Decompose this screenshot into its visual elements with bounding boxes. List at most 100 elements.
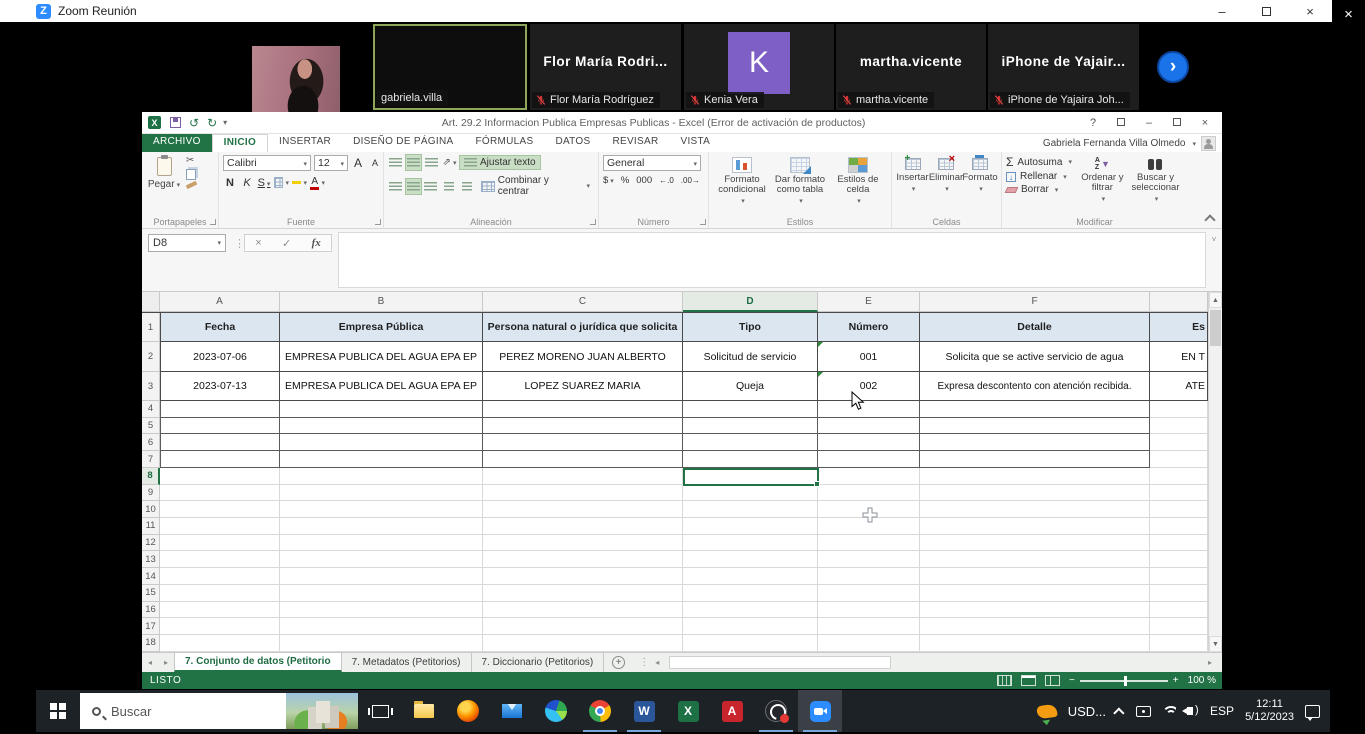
enter-button[interactable]: ✓ xyxy=(282,237,291,250)
sheet-tab-diccionario[interactable]: 7. Diccionario (Petitorios) xyxy=(472,653,605,672)
restore-button[interactable] xyxy=(1244,0,1288,22)
cut-button[interactable]: ✂ xyxy=(186,155,197,166)
row-header[interactable]: 9 xyxy=(142,485,160,502)
tab-diseno[interactable]: DISEÑO DE PÁGINA xyxy=(342,134,464,152)
cell[interactable] xyxy=(483,535,683,552)
dialog-launcher-icon[interactable] xyxy=(210,219,216,225)
cell[interactable] xyxy=(920,585,1150,602)
cell[interactable] xyxy=(818,535,920,552)
speaker-icon[interactable] xyxy=(1187,707,1193,715)
align-bottom-button[interactable] xyxy=(424,155,439,170)
cell[interactable] xyxy=(1150,501,1208,518)
cell[interactable] xyxy=(483,602,683,619)
fill-button[interactable]: ↓Rellenar xyxy=(1006,171,1077,182)
cell[interactable]: 2023-07-06 xyxy=(160,342,280,372)
row-header[interactable]: 13 xyxy=(142,551,160,568)
tab-datos[interactable]: DATOS xyxy=(544,134,601,152)
zoom-level[interactable]: 100 % xyxy=(1188,675,1216,686)
hscroll-right-icon[interactable]: ▸ xyxy=(1202,653,1218,672)
cell[interactable] xyxy=(920,501,1150,518)
acrobat-button[interactable]: A xyxy=(710,690,754,732)
cell[interactable] xyxy=(683,551,818,568)
cell[interactable]: ATE xyxy=(1150,372,1208,401)
cell[interactable] xyxy=(683,401,818,418)
insert-cells-button[interactable]: Insertar xyxy=(896,155,929,214)
cell[interactable] xyxy=(818,602,920,619)
collapse-ribbon-button[interactable] xyxy=(1204,214,1215,225)
cell[interactable] xyxy=(683,485,818,502)
excel-restore-button[interactable] xyxy=(1164,117,1190,129)
shrink-font-button[interactable]: A xyxy=(368,158,382,168)
tab-insertar[interactable]: INSERTAR xyxy=(268,134,342,152)
cell[interactable] xyxy=(818,635,920,652)
align-top-button[interactable] xyxy=(388,155,403,170)
cell[interactable] xyxy=(920,485,1150,502)
search-highlight-image[interactable] xyxy=(286,693,358,729)
decrease-decimal-button[interactable]: .00→ xyxy=(681,176,700,185)
edge-button[interactable] xyxy=(534,690,578,732)
cell[interactable] xyxy=(818,518,920,535)
cell[interactable] xyxy=(683,501,818,518)
cell-styles-button[interactable]: Estilos de celda xyxy=(829,155,887,214)
cell[interactable] xyxy=(683,535,818,552)
cell[interactable] xyxy=(483,518,683,535)
col-header-c[interactable]: C xyxy=(483,292,683,312)
sheet-tab-metadatos[interactable]: 7. Metadatos (Petitorios) xyxy=(342,653,472,672)
cell[interactable] xyxy=(818,401,920,418)
cell[interactable] xyxy=(683,418,818,435)
cell[interactable] xyxy=(920,434,1150,451)
increase-decimal-button[interactable]: ←.0 xyxy=(659,176,674,185)
cell[interactable] xyxy=(920,468,1150,485)
fill-color-button[interactable] xyxy=(292,175,307,190)
font-name-select[interactable]: Calibri xyxy=(223,155,311,171)
orientation-button[interactable]: ⇗ xyxy=(442,155,457,170)
row-header[interactable]: 12 xyxy=(142,535,160,552)
cell[interactable] xyxy=(1150,434,1208,451)
cell[interactable] xyxy=(920,568,1150,585)
cell[interactable] xyxy=(160,551,280,568)
sheet-next-button[interactable]: ▸ xyxy=(158,653,174,672)
cell[interactable] xyxy=(483,568,683,585)
dialog-launcher-icon[interactable] xyxy=(700,219,706,225)
word-button[interactable]: W xyxy=(622,690,666,732)
excel-close-button[interactable]: × xyxy=(1192,117,1218,129)
cell[interactable] xyxy=(920,418,1150,435)
dialog-launcher-icon[interactable] xyxy=(375,219,381,225)
row-header[interactable]: 10 xyxy=(142,501,160,518)
participant-video-cinthia[interactable] xyxy=(252,46,340,114)
participant-tile-kenia[interactable]: K Kenia Vera xyxy=(684,24,834,110)
participant-tile-flor[interactable]: Flor María Rodri... Flor María Rodríguez xyxy=(530,24,681,110)
cell[interactable] xyxy=(683,585,818,602)
row-header[interactable]: 4 xyxy=(142,401,160,418)
cell[interactable] xyxy=(920,635,1150,652)
cell[interactable]: Número xyxy=(818,313,920,342)
firefox-button[interactable] xyxy=(446,690,490,732)
align-left-button[interactable] xyxy=(388,179,403,194)
paste-button[interactable]: Pegar xyxy=(146,155,182,214)
sheet-tab-conjunto[interactable]: 7. Conjunto de datos (Petitorio xyxy=(174,653,342,672)
close-button[interactable]: × xyxy=(1288,0,1332,22)
row-header[interactable]: 3 xyxy=(142,372,160,401)
cell[interactable] xyxy=(818,568,920,585)
col-header-d[interactable]: D xyxy=(683,292,818,312)
page-layout-view-icon[interactable] xyxy=(1021,675,1036,686)
cell[interactable]: Expresa descontento con atención recibid… xyxy=(920,372,1150,401)
expand-formula-bar-button[interactable]: ˅ xyxy=(1208,235,1220,247)
cell[interactable]: Tipo xyxy=(683,313,818,342)
participant-tile-gabriela[interactable]: gabriela.villa xyxy=(373,24,527,110)
zoom-in-button[interactable]: + xyxy=(1173,675,1179,686)
scrollbar-thumb[interactable] xyxy=(1210,310,1221,346)
excel-minimize-button[interactable]: – xyxy=(1136,117,1162,129)
file-explorer-button[interactable] xyxy=(402,690,446,732)
cell[interactable]: Solicitud de servicio xyxy=(683,342,818,372)
cell[interactable] xyxy=(1150,585,1208,602)
comma-format-button[interactable]: 000 xyxy=(636,175,652,186)
cell[interactable] xyxy=(483,551,683,568)
redo-button[interactable]: ↻ xyxy=(207,116,217,130)
cell[interactable]: Queja xyxy=(683,372,818,401)
cell[interactable]: 001 xyxy=(818,342,920,372)
cell[interactable] xyxy=(483,485,683,502)
cell[interactable] xyxy=(280,401,483,418)
cell[interactable] xyxy=(160,568,280,585)
row-header[interactable]: 15 xyxy=(142,585,160,602)
